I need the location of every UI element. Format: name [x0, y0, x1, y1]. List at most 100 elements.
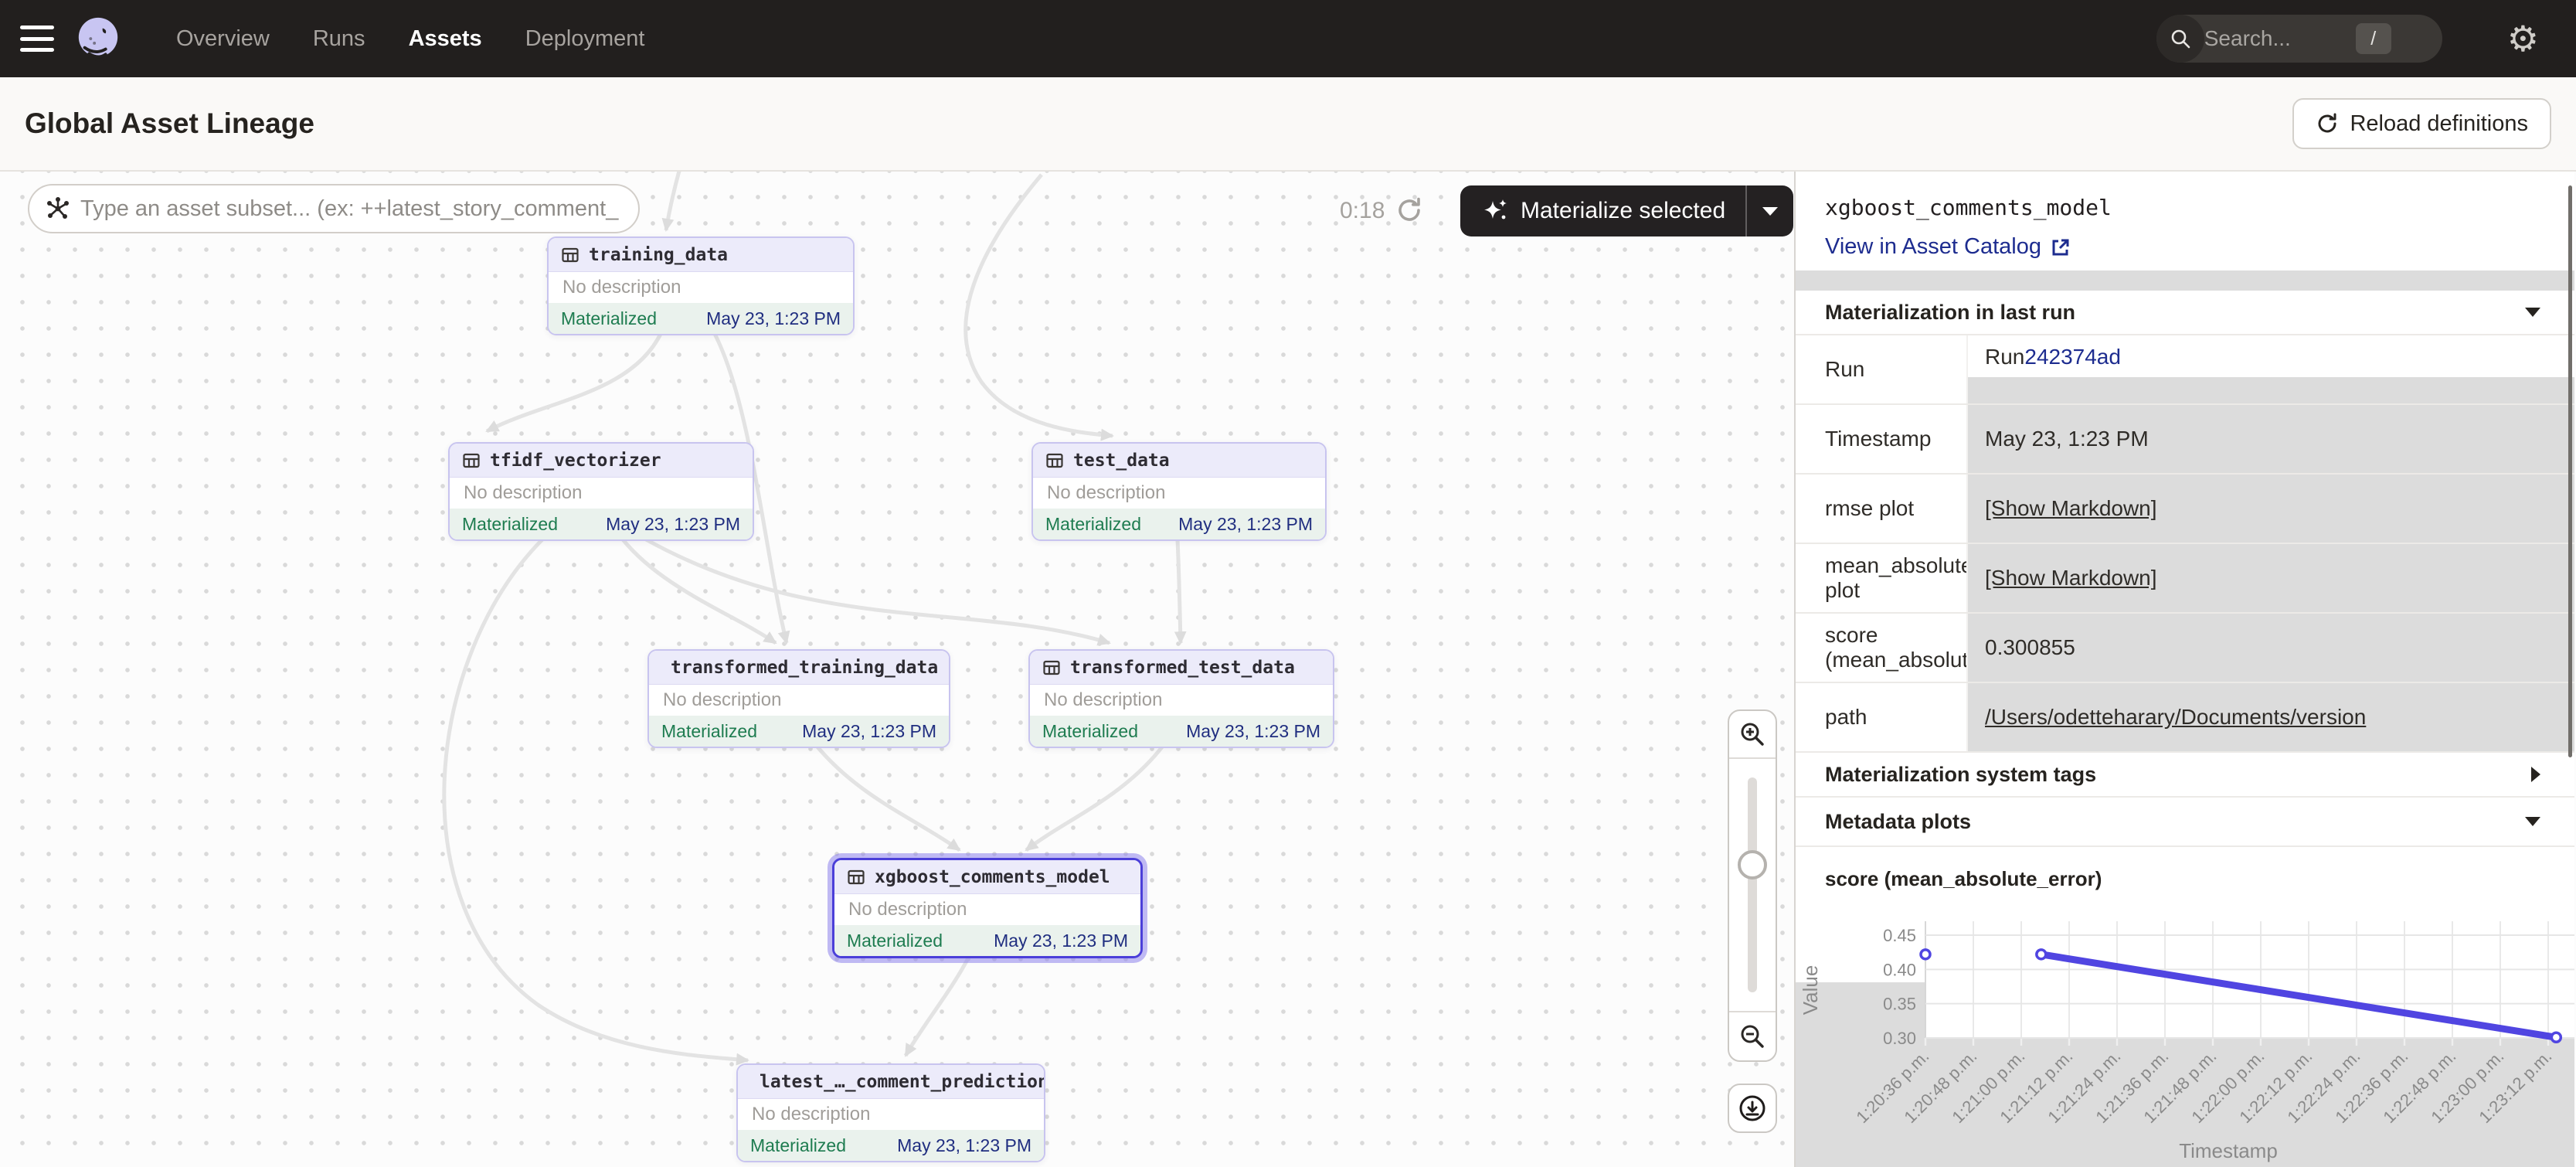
search-icon	[2156, 15, 2204, 63]
asset-description: No description	[1033, 478, 1325, 509]
asset-timestamp: May 23, 1:23 PM	[897, 1135, 1031, 1156]
asset-node-transformed-training-data[interactable]: transformed_training_data No description…	[647, 649, 950, 748]
section-metadata-plots[interactable]: Metadata plots	[1796, 798, 2574, 847]
dagster-logo[interactable]	[74, 15, 122, 63]
table-icon	[1042, 658, 1061, 677]
asset-description: No description	[834, 894, 1140, 925]
asset-node-test-data[interactable]: test_data No description MaterializedMay…	[1031, 442, 1327, 541]
section-materialization-in-last-run[interactable]: Materialization in last run	[1796, 291, 2574, 335]
asset-name: test_data	[1073, 451, 1170, 471]
asset-description: No description	[738, 1099, 1044, 1130]
asset-timestamp: May 23, 1:23 PM	[706, 308, 841, 329]
asset-description: No description	[1030, 685, 1333, 716]
metadata-value: [Show Markdown]	[1966, 544, 2574, 612]
view-in-asset-catalog-link[interactable]: View in Asset Catalog	[1825, 234, 2574, 260]
zoom-slider-track[interactable]	[1748, 777, 1757, 992]
hamburger-menu-icon[interactable]	[20, 26, 54, 52]
asset-timestamp: May 23, 1:23 PM	[1178, 514, 1313, 535]
asset-lineage-graph[interactable]: training_data No description Materialize…	[0, 172, 1794, 1167]
metadata-row-score: score (mean_absolute_error) 0.300855	[1796, 614, 2574, 683]
asset-name: latest_…_comment_predictions	[760, 1072, 1045, 1092]
refresh-icon[interactable]	[1395, 196, 1423, 228]
reload-definitions-button[interactable]: Reload definitions	[2292, 98, 2551, 149]
asset-status: Materialized	[561, 308, 657, 329]
selected-asset-title: xgboost_comments_model	[1825, 195, 2574, 220]
top-nav: Overview Runs Assets Deployment / ⚙	[0, 0, 2576, 77]
sparkle-icon	[1480, 196, 1510, 226]
asset-status: Materialized	[847, 931, 943, 951]
metadata-plot-chart: 1:20:36 p.m.1:20:48 p.m.1:21:00 p.m.1:21…	[1796, 893, 2574, 1167]
nav-item-assets[interactable]: Assets	[409, 26, 482, 52]
metadata-row-timestamp: Timestamp May 23, 1:23 PM	[1796, 405, 2574, 475]
metadata-row-run: Run Run 242374ad	[1796, 335, 2574, 405]
metadata-key: path	[1796, 683, 1966, 751]
chart-y-tick-label: 0.40	[1883, 960, 1916, 979]
page-header: Global Asset Lineage Reload definitions	[0, 77, 2576, 172]
metadata-value: [Show Markdown]	[1966, 475, 2574, 543]
chevron-right-icon	[2531, 767, 2540, 782]
asset-filter	[28, 184, 640, 233]
table-icon	[561, 246, 579, 264]
external-link-icon	[2051, 237, 2071, 257]
zoom-out-button[interactable]	[1729, 1011, 1776, 1060]
asset-timestamp: May 23, 1:23 PM	[994, 931, 1128, 951]
asset-description: No description	[549, 272, 853, 303]
asset-status: Materialized	[1042, 721, 1138, 742]
nav-item-runs[interactable]: Runs	[313, 26, 365, 52]
asset-node-latest-comment-predictions[interactable]: latest_…_comment_predictions No descript…	[736, 1063, 1045, 1162]
asset-node-tfidf-vectorizer[interactable]: tfidf_vectorizer No description Material…	[448, 442, 754, 541]
chevron-down-icon	[1762, 207, 1778, 216]
table-icon	[1045, 451, 1064, 470]
nav-item-deployment[interactable]: Deployment	[525, 26, 645, 52]
chart-point	[2037, 950, 2046, 959]
asset-description: No description	[649, 685, 949, 716]
zoom-in-button[interactable]	[1729, 711, 1776, 759]
metadata-key: rmse plot	[1796, 475, 1966, 543]
global-search[interactable]: /	[2156, 15, 2442, 63]
metadata-value: /Users/odetteharary/Documents/version	[1966, 683, 2574, 751]
asset-timestamp: May 23, 1:23 PM	[1186, 721, 1320, 742]
materialize-options-button[interactable]	[1745, 185, 1793, 236]
op-selector-icon	[45, 196, 71, 226]
chevron-down-icon	[2525, 308, 2540, 317]
materialize-split-button: Materialize selected	[1460, 185, 1793, 236]
metadata-value: May 23, 1:23 PM	[1966, 405, 2574, 473]
asset-name: training_data	[589, 245, 728, 265]
page-title: Global Asset Lineage	[25, 107, 314, 140]
metadata-key: mean_absolute_error plot	[1796, 544, 1966, 612]
asset-subset-input[interactable]	[28, 184, 640, 233]
search-input[interactable]	[2204, 26, 2351, 51]
horizontal-scrollbar-track[interactable]	[1796, 270, 2574, 291]
gear-icon[interactable]: ⚙	[2507, 21, 2539, 56]
download-graph-button[interactable]	[1728, 1084, 1777, 1133]
materialize-selected-button[interactable]: Materialize selected	[1460, 185, 1745, 236]
asset-status: Materialized	[661, 721, 757, 742]
chart-xlabel: Timestamp	[2179, 1139, 2278, 1162]
show-markdown-link[interactable]: [Show Markdown]	[1985, 566, 2157, 590]
metadata-value: Run 242374ad	[1966, 335, 2574, 403]
metadata-key: score (mean_absolute_error)	[1796, 614, 1966, 682]
refresh-icon	[2316, 112, 2339, 135]
show-markdown-link[interactable]: [Show Markdown]	[1985, 496, 2157, 521]
asset-details-panel: xgboost_comments_model View in Asset Cat…	[1794, 172, 2574, 1167]
asset-node-transformed-test-data[interactable]: transformed_test_data No description Mat…	[1028, 649, 1334, 748]
asset-node-xgboost-comments-model[interactable]: xgboost_comments_model No description Ma…	[832, 858, 1143, 958]
metadata-row-rmse-plot: rmse plot [Show Markdown]	[1796, 475, 2574, 544]
zoom-slider[interactable]	[1729, 759, 1776, 1011]
run-id-link[interactable]: 242374ad	[2024, 345, 2121, 369]
path-link[interactable]: /Users/odetteharary/Documents/version	[1985, 705, 2366, 730]
section-materialization-system-tags[interactable]: Materialization system tags	[1796, 753, 2574, 798]
asset-node-training-data[interactable]: training_data No description Materialize…	[547, 236, 855, 335]
chevron-down-icon	[2525, 817, 2540, 826]
chart-y-tick-label: 0.35	[1883, 995, 1916, 1014]
nav-items: Overview Runs Assets Deployment	[176, 26, 644, 52]
chart-point	[2551, 1033, 2561, 1042]
asset-timestamp: May 23, 1:23 PM	[802, 721, 936, 742]
panel-vertical-scrollbar[interactable]	[2568, 185, 2572, 757]
asset-description: No description	[450, 478, 753, 509]
nav-item-overview[interactable]: Overview	[176, 26, 270, 52]
table-icon	[462, 451, 481, 470]
zoom-slider-knob[interactable]	[1738, 850, 1767, 880]
asset-name: xgboost_comments_model	[875, 867, 1110, 887]
table-icon	[847, 868, 865, 886]
